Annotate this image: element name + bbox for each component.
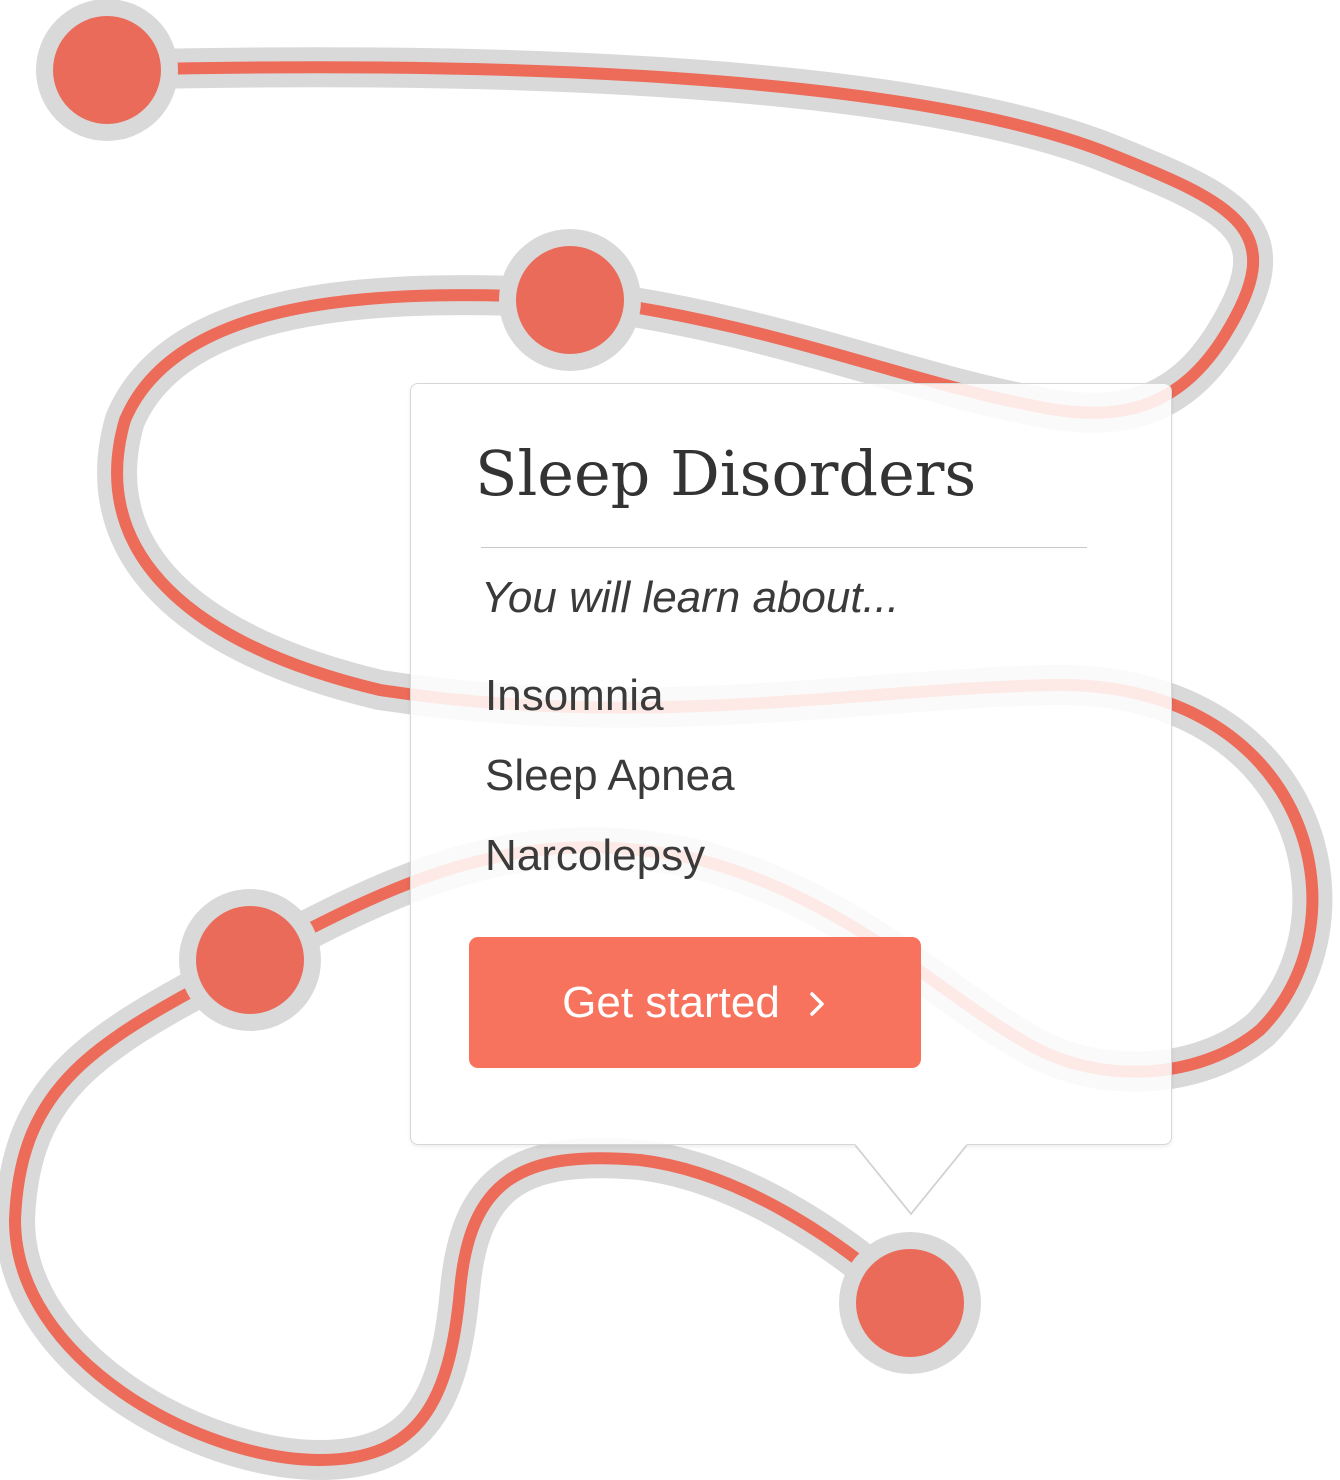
topic-item-insomnia: Insomnia: [485, 671, 664, 720]
course-title: Sleep Disorders: [475, 437, 977, 510]
title-divider: [481, 547, 1087, 548]
course-popover: Sleep Disorders You will learn about... …: [410, 383, 1172, 1145]
milestone-1[interactable]: [36, 0, 178, 141]
get-started-button[interactable]: Get started: [469, 937, 921, 1068]
milestone-4[interactable]: [839, 1232, 981, 1374]
topic-item-narcolepsy: Narcolepsy: [485, 831, 706, 880]
chevron-right-icon: [810, 991, 824, 1016]
get-started-label: Get started: [562, 977, 780, 1027]
milestone-2[interactable]: [499, 229, 641, 371]
milestone-3[interactable]: [179, 889, 321, 1031]
learning-path-stage: Sleep Disorders You will learn about... …: [0, 0, 1340, 1480]
popover-pointer: [855, 1144, 967, 1216]
topic-list: Insomnia Sleep Apnea Narcolepsy: [485, 656, 735, 896]
topic-item-sleep-apnea: Sleep Apnea: [485, 751, 735, 800]
course-subtitle: You will learn about...: [481, 573, 900, 622]
